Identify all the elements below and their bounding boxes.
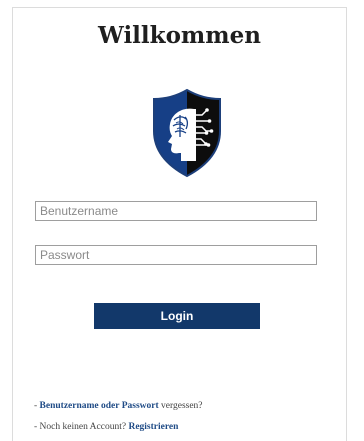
page-title: Willkommen	[98, 22, 261, 49]
shield-brain-circuit-icon	[150, 87, 224, 179]
register-link[interactable]: Registrieren	[128, 422, 178, 432]
forgot-credentials-link[interactable]: Benutzername oder Passwort	[40, 401, 159, 411]
login-button[interactable]: Login	[94, 303, 260, 329]
password-field[interactable]	[35, 245, 317, 265]
forgot-suffix: vergessen?	[158, 401, 203, 411]
forgot-credentials-line: - Benutzername oder Passwort vergessen?	[34, 396, 203, 417]
register-line: - Noch keinen Account? Registrieren	[34, 417, 203, 438]
username-field[interactable]	[35, 201, 317, 221]
help-links: - Benutzername oder Passwort vergessen? …	[34, 396, 203, 438]
login-card: Willkommen	[12, 7, 347, 441]
register-prefix: - Noch keinen Account?	[34, 422, 129, 432]
